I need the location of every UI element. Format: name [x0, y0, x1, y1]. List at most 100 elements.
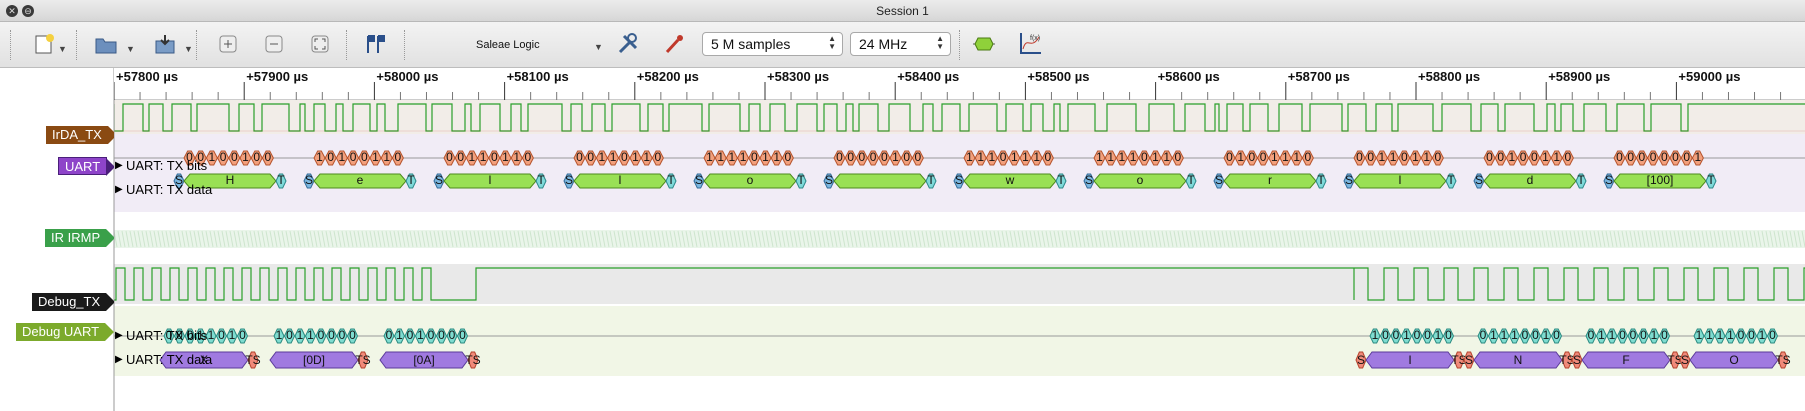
uart-start-bit-label: S	[1605, 173, 1613, 187]
time-ruler[interactable]: +57800 µs +57900 µs +58000 µs +58100 µs +582…	[114, 68, 1805, 100]
device-name[interactable]: Saleae Logic	[476, 39, 540, 51]
debug-data-label: UART: TX data	[126, 352, 213, 367]
uart-bit-label: 0	[1305, 150, 1312, 164]
sample-count-value: 5 M samples	[711, 36, 791, 52]
trigger-probe-button[interactable]	[660, 30, 688, 58]
spinner-arrows-icon[interactable]: ▲ ▼	[936, 35, 944, 51]
toolbar-separator	[404, 30, 405, 60]
debug-data-byte-label: [0D]	[303, 353, 325, 367]
uart-data-byte-label: r	[1268, 173, 1272, 187]
sample-rate-select[interactable]: 24 MHz ▲ ▼	[850, 32, 951, 56]
uart-data-byte-label: l	[619, 173, 622, 187]
channel-tag-irda-tx[interactable]: IrDA_TX	[46, 126, 117, 144]
uart-bit-label: 0	[1249, 150, 1256, 164]
channel-tag-uart[interactable]: UART	[58, 157, 116, 176]
open-dropdown-icon[interactable]: ▼	[126, 44, 135, 54]
debug-bit-label: 1	[1717, 328, 1724, 342]
uart-bit-label: 0	[220, 150, 227, 164]
debug-start-bit-label: S	[1681, 353, 1689, 367]
zoom-in-button[interactable]	[214, 30, 242, 58]
channel-tag-ir-irmp[interactable]: IR IRMP	[45, 229, 116, 247]
debug-bit-label: 0	[328, 328, 335, 342]
debug-stop-start-bit-label: TS	[465, 353, 480, 367]
uart-data-byte-label: H	[226, 173, 235, 187]
measurement-button[interactable]: f(x)	[1016, 30, 1044, 58]
spinner-arrows-icon[interactable]: ▲ ▼	[828, 35, 836, 51]
uart-bit-label: 1	[892, 150, 899, 164]
uart-bit-label: 0	[1356, 150, 1363, 164]
uart-bit-label: 1	[977, 150, 984, 164]
uart-bit-label: 0	[1141, 150, 1148, 164]
debug-bit-label: 1	[1727, 328, 1734, 342]
debug-bit-label: 0	[1414, 328, 1421, 342]
uart-bit-label: 0	[1435, 150, 1442, 164]
uart-bit-label: 1	[1107, 150, 1114, 164]
uart-start-bit-label: S	[1215, 173, 1223, 187]
uart-bit-label: 0	[903, 150, 910, 164]
uart-bit-label: 0	[1616, 150, 1623, 164]
expand-debug-data-icon[interactable]: ▶	[115, 354, 123, 365]
uart-bit-label: 1	[513, 150, 520, 164]
uart-stop-bit-label: T	[667, 173, 675, 187]
uart-bit-label: 1	[209, 150, 216, 164]
uart-data-byte-label: l	[1399, 173, 1402, 187]
new-dropdown-icon[interactable]: ▼	[58, 44, 67, 54]
uart-bit-label: 1	[1033, 150, 1040, 164]
uart-bit-label: 0	[1672, 150, 1679, 164]
uart-bit-label: 0	[785, 150, 792, 164]
uart-bit-label: 1	[502, 150, 509, 164]
ruler-tick-label: +58000 µs	[376, 69, 438, 84]
zoom-fit-button[interactable]	[306, 30, 334, 58]
debug-bit-label: 0	[1630, 328, 1637, 342]
export-button[interactable]	[151, 30, 179, 58]
new-document-button[interactable]	[30, 30, 58, 58]
device-options-button[interactable]	[614, 30, 642, 58]
debug-stop-start-bit-label: TS	[245, 353, 260, 367]
open-folder-button[interactable]	[92, 30, 120, 58]
uart-stop-bit-label: T	[1707, 173, 1715, 187]
waveform-area[interactable]: SHT00100100SeT10100110SlT00110110SlT0011…	[114, 100, 1805, 411]
debug-bit-label: 0	[339, 328, 346, 342]
waveform-canvas[interactable]: S H T0 0 1 0 0 1 0 0S e T1 0 1 0 0 1 1 0S l T0 0 1 1 0 1 1 0S l T0 0 1 1…	[114, 100, 1805, 411]
uart-bit-label: 1	[1423, 150, 1430, 164]
uart-bit-label: 1	[1390, 150, 1397, 164]
expand-debug-bits-icon[interactable]: ▶	[115, 330, 123, 341]
toolbar-separator	[196, 30, 197, 60]
uart-start-bit-label: S	[955, 173, 963, 187]
window-title: Session 1	[876, 4, 929, 18]
debug-bit-label: 0	[318, 328, 325, 342]
export-dropdown-icon[interactable]: ▼	[184, 44, 193, 54]
device-dropdown-icon[interactable]: ▼	[594, 42, 603, 52]
zoom-out-button[interactable]	[260, 30, 288, 58]
debug-bit-label: 0	[428, 328, 435, 342]
debug-bit-label: 1	[1372, 328, 1379, 342]
channel-tag-debug-tx[interactable]: Debug_TX	[32, 293, 116, 311]
expand-uart-data-icon[interactable]: ▶	[115, 184, 123, 195]
uart-bit-label: 0	[1226, 150, 1233, 164]
uart-start-bit-label: S	[1085, 173, 1093, 187]
start-capture-button[interactable]	[970, 30, 998, 58]
markers-button[interactable]	[361, 30, 389, 58]
debug-bit-label: 0	[1522, 328, 1529, 342]
ruler-tick-label: +58700 µs	[1288, 69, 1350, 84]
uart-bit-label: 0	[576, 150, 583, 164]
uart-bit-label: 0	[1650, 150, 1657, 164]
channel-tag-debug-uart[interactable]: Debug UART	[16, 323, 115, 341]
uart-bit-label: 0	[350, 150, 357, 164]
uart-start-bit-label: S	[565, 173, 573, 187]
debug-bit-label: 0	[1393, 328, 1400, 342]
sample-count-select[interactable]: 5 M samples ▲ ▼	[702, 32, 843, 56]
uart-bit-label: 1	[989, 150, 996, 164]
uart-stop-bit-label: T	[277, 173, 285, 187]
uart-bit-label: 1	[1293, 150, 1300, 164]
debug-bit-label: 1	[1651, 328, 1658, 342]
uart-bit-label: 1	[1119, 150, 1126, 164]
uart-start-bit-label: S	[1475, 173, 1483, 187]
uart-bit-label: 1	[469, 150, 476, 164]
debug-bit-label: 1	[417, 328, 424, 342]
expand-uart-bits-icon[interactable]: ▶	[115, 160, 123, 171]
uart-bit-label: 0	[1367, 150, 1374, 164]
debug-bit-label: 0	[349, 328, 356, 342]
debug-bit-label: 0	[1769, 328, 1776, 342]
uart-stop-bit-label: T	[537, 173, 545, 187]
